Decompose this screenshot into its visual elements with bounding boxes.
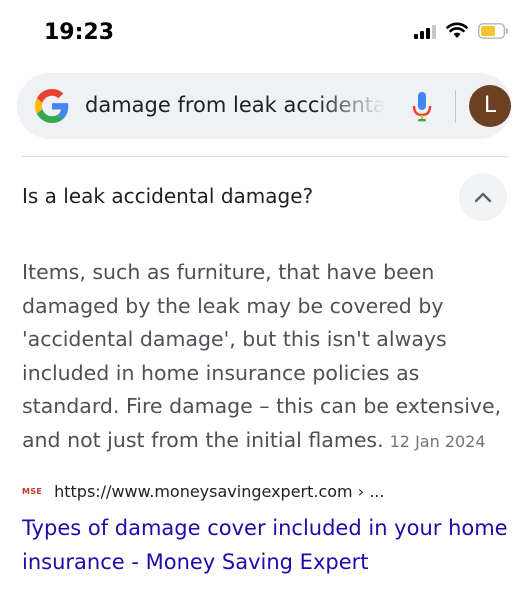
google-logo-icon (35, 89, 69, 123)
status-bar: 19:23 (0, 0, 529, 70)
search-bar[interactable]: damage from leak accidental... L (17, 73, 512, 139)
mic-icon[interactable] (411, 91, 433, 123)
result-source[interactable]: MSE https://www.moneysavingexpert.com › … (22, 482, 384, 501)
signal-icon (414, 23, 436, 39)
result-title-link[interactable]: Types of damage cover included in your h… (22, 511, 512, 579)
status-icons (414, 22, 509, 39)
chevron-up-icon (474, 192, 492, 203)
section-divider (22, 156, 508, 157)
faq-date: 12 Jan 2024 (389, 431, 486, 451)
faq-question[interactable]: Is a leak accidental damage? (22, 184, 313, 208)
status-time: 19:23 (44, 20, 115, 45)
avatar[interactable]: L (469, 85, 511, 127)
wifi-icon (446, 22, 468, 38)
source-url[interactable]: https://www.moneysavingexpert.com › ... (54, 482, 384, 501)
search-fade (317, 87, 397, 125)
mse-favicon-icon: MSE (22, 487, 43, 496)
battery-icon (478, 22, 508, 39)
faq-answer-text: Items, such as furniture, that have been… (22, 260, 502, 452)
faq-answer: Items, such as furniture, that have been… (22, 256, 510, 458)
collapse-button[interactable] (459, 173, 507, 221)
search-divider (455, 90, 456, 123)
